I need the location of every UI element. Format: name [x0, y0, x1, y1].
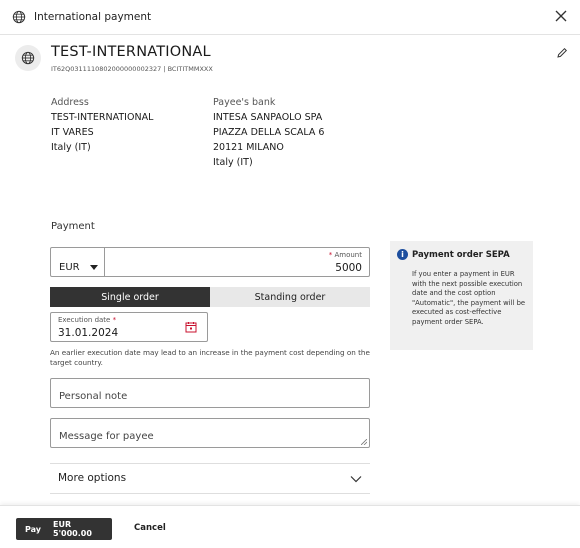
message-for-payee-textarea[interactable]: Message for payee	[50, 418, 370, 448]
execution-date-value[interactable]: 31.01.2024	[58, 327, 118, 339]
address-line: Italy (IT)	[51, 142, 91, 153]
amount-value[interactable]: 5000	[335, 262, 362, 274]
personal-note-input[interactable]: Personal note	[50, 378, 370, 408]
pay-button[interactable]: Pay EUR 5'000.00	[16, 518, 112, 540]
dialog-title: International payment	[34, 11, 152, 23]
message-placeholder: Message for payee	[59, 431, 154, 442]
bank-line: Italy (IT)	[213, 157, 253, 168]
execution-date-hint: An earlier execution date may lead to an…	[50, 348, 370, 367]
payee-iban-bic: IT62Q0311110802000000002327 | BCITITMMXX…	[51, 65, 213, 73]
chevron-down-icon	[350, 476, 362, 483]
pay-amount: EUR 5'000.00	[53, 520, 92, 538]
payee-address: Address TEST-INTERNATIONAL IT VARES Ital…	[51, 95, 153, 155]
more-options-label: More options	[58, 472, 127, 484]
execution-date-field[interactable]: Execution date * 31.01.2024	[50, 312, 208, 342]
calendar-icon[interactable]	[185, 321, 197, 333]
address-label: Address	[51, 97, 89, 108]
payee-name: TEST-INTERNATIONAL	[51, 44, 211, 60]
globe-icon	[21, 51, 35, 65]
pay-label: Pay	[25, 524, 42, 534]
info-title: Payment order SEPA	[412, 250, 510, 260]
standing-order-tab[interactable]: Standing order	[210, 287, 370, 307]
bank-line: PIAZZA DELLA SCALA 6	[213, 127, 325, 138]
payee-avatar	[15, 45, 41, 71]
bank-line: INTESA SANPAOLO SPA	[213, 112, 323, 123]
info-icon: i	[397, 249, 408, 260]
globe-icon	[12, 10, 26, 24]
payee-bank: Payee's bank INTESA SANPAOLO SPA PIAZZA …	[213, 95, 324, 170]
dialog-header: International payment	[0, 0, 580, 35]
edit-pencil-icon[interactable]	[556, 47, 568, 59]
address-line: TEST-INTERNATIONAL	[51, 112, 154, 123]
address-line: IT VARES	[51, 127, 94, 138]
sepa-info-box: i Payment order SEPA If you enter a paym…	[390, 241, 533, 350]
execution-date-label: Execution date *	[58, 316, 117, 324]
amount-field[interactable]: EUR * Amount 5000	[50, 247, 370, 277]
amount-label: * Amount	[328, 251, 362, 259]
personal-note-placeholder: Personal note	[59, 391, 128, 402]
payment-section-label: Payment	[51, 221, 95, 232]
currency-select[interactable]: EUR	[51, 248, 105, 276]
dialog-footer: Pay EUR 5'000.00 Cancel	[0, 505, 580, 548]
bank-line: 20121 MILANO	[213, 142, 284, 153]
order-type-toggle: Single order Standing order	[50, 287, 370, 307]
currency-value: EUR	[59, 262, 80, 273]
bank-label: Payee's bank	[213, 97, 276, 108]
single-order-tab[interactable]: Single order	[50, 287, 210, 307]
info-body: If you enter a payment in EUR with the n…	[412, 270, 526, 326]
more-options-expander[interactable]: More options	[50, 463, 370, 494]
close-icon[interactable]	[554, 9, 568, 23]
cancel-button[interactable]: Cancel	[134, 523, 166, 533]
resize-handle-icon[interactable]	[361, 439, 367, 445]
caret-down-icon	[90, 265, 98, 270]
